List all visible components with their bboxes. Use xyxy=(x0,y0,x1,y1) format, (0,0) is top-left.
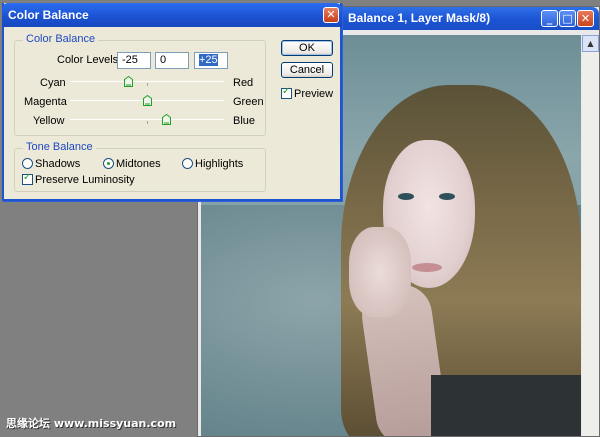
right-eye xyxy=(439,193,455,200)
left-eye xyxy=(398,193,414,200)
stage: Balance 1, Layer Mask/8) _ □ ✕ ▲ Color B… xyxy=(0,0,600,437)
level-yellow-blue-field[interactable]: +25 xyxy=(194,52,228,69)
level-cyan-red-field[interactable]: -25 xyxy=(117,52,151,69)
vertical-scrollbar[interactable] xyxy=(582,35,599,436)
slider-center-tick xyxy=(147,83,148,86)
color-levels-label: Color Levels: xyxy=(57,54,122,66)
slider-yellow-label: Yellow xyxy=(33,115,65,127)
close-icon[interactable]: ✕ xyxy=(577,10,594,27)
shirt xyxy=(431,375,581,436)
preserve-luminosity-label: Preserve Luminosity xyxy=(35,174,135,186)
shadows-label: Shadows xyxy=(35,158,81,170)
slider-cyan-label: Cyan xyxy=(40,77,66,89)
slider-cyan-red-thumb[interactable] xyxy=(124,76,133,87)
ok-button[interactable]: OK xyxy=(281,40,333,56)
slider-magenta-label: Magenta xyxy=(24,96,67,108)
close-icon[interactable]: ✕ xyxy=(323,7,339,23)
preview-label: Preview xyxy=(294,88,334,100)
slider-red-label: Red xyxy=(233,77,254,89)
dialog-title: Color Balance xyxy=(8,8,89,22)
lips xyxy=(412,263,442,272)
highlights-label: Highlights xyxy=(195,158,244,170)
slider-yellow-blue-track[interactable] xyxy=(70,119,224,120)
document-title: Balance 1, Layer Mask/8) xyxy=(348,11,491,25)
watermark-text: 思缘论坛 www.missyuan.com xyxy=(6,417,177,430)
shadows-radio[interactable] xyxy=(22,158,33,169)
cancel-button[interactable]: Cancel xyxy=(281,62,333,78)
slider-green-label: Green xyxy=(233,96,264,108)
color-balance-group-label: Color Balance xyxy=(23,33,99,45)
slider-blue-label: Blue xyxy=(233,115,256,127)
level-magenta-green-field[interactable]: 0 xyxy=(155,52,189,69)
hand xyxy=(349,227,411,317)
dialog-titlebar[interactable]: Color Balance ✕ xyxy=(2,3,342,27)
level-yellow-blue-value: +25 xyxy=(199,54,218,66)
slider-center-tick xyxy=(147,121,148,124)
maximize-icon[interactable]: □ xyxy=(559,10,576,27)
highlights-radio[interactable] xyxy=(182,158,193,169)
tone-balance-group-label: Tone Balance xyxy=(23,141,96,153)
slider-cyan-red-track[interactable] xyxy=(70,81,224,82)
preview-checkbox[interactable] xyxy=(281,86,292,99)
scroll-up-icon[interactable]: ▲ xyxy=(582,35,599,52)
color-balance-dialog: Color Balance ✕ Color Balance Color Leve… xyxy=(2,3,342,201)
midtones-label: Midtones xyxy=(116,158,161,170)
minimize-icon[interactable]: _ xyxy=(541,10,558,27)
midtones-radio[interactable] xyxy=(103,158,114,169)
slider-yellow-blue-thumb[interactable] xyxy=(162,114,171,125)
slider-magenta-green-thumb[interactable] xyxy=(143,95,152,106)
preserve-luminosity-checkbox[interactable] xyxy=(22,172,33,185)
